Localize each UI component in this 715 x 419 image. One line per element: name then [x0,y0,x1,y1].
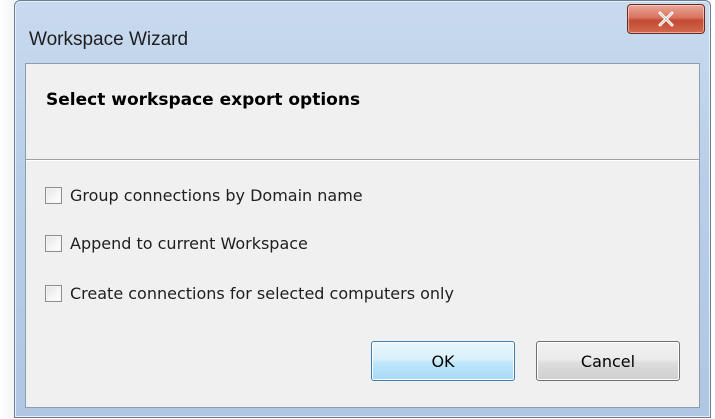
option-label: Create connections for selected computer… [70,283,454,303]
title-bar[interactable]: Workspace Wizard [15,1,710,50]
option-selected-computers-only[interactable]: Create connections for selected computer… [45,282,454,304]
background-edge [0,0,14,419]
option-group-by-domain[interactable]: Group connections by Domain name [45,184,363,206]
close-icon [658,11,674,27]
header-divider [26,160,699,161]
option-append-workspace[interactable]: Append to current Workspace [45,232,308,254]
option-label: Append to current Workspace [70,233,308,253]
dialog-content: Select workspace export options Group co… [25,63,700,408]
ok-button[interactable]: OK [371,341,515,381]
wizard-header: Select workspace export options [26,64,699,160]
append-workspace-checkbox[interactable] [45,234,62,252]
option-label: Group connections by Domain name [70,185,363,205]
selected-computers-only-checkbox[interactable] [45,284,62,302]
cancel-button[interactable]: Cancel [536,341,680,381]
close-button[interactable] [627,4,705,34]
window-title: Workspace Wizard [29,29,189,50]
group-by-domain-checkbox[interactable] [45,186,62,204]
page-title: Select workspace export options [46,90,361,110]
dialog-window: Workspace Wizard Select workspace export… [14,0,711,418]
